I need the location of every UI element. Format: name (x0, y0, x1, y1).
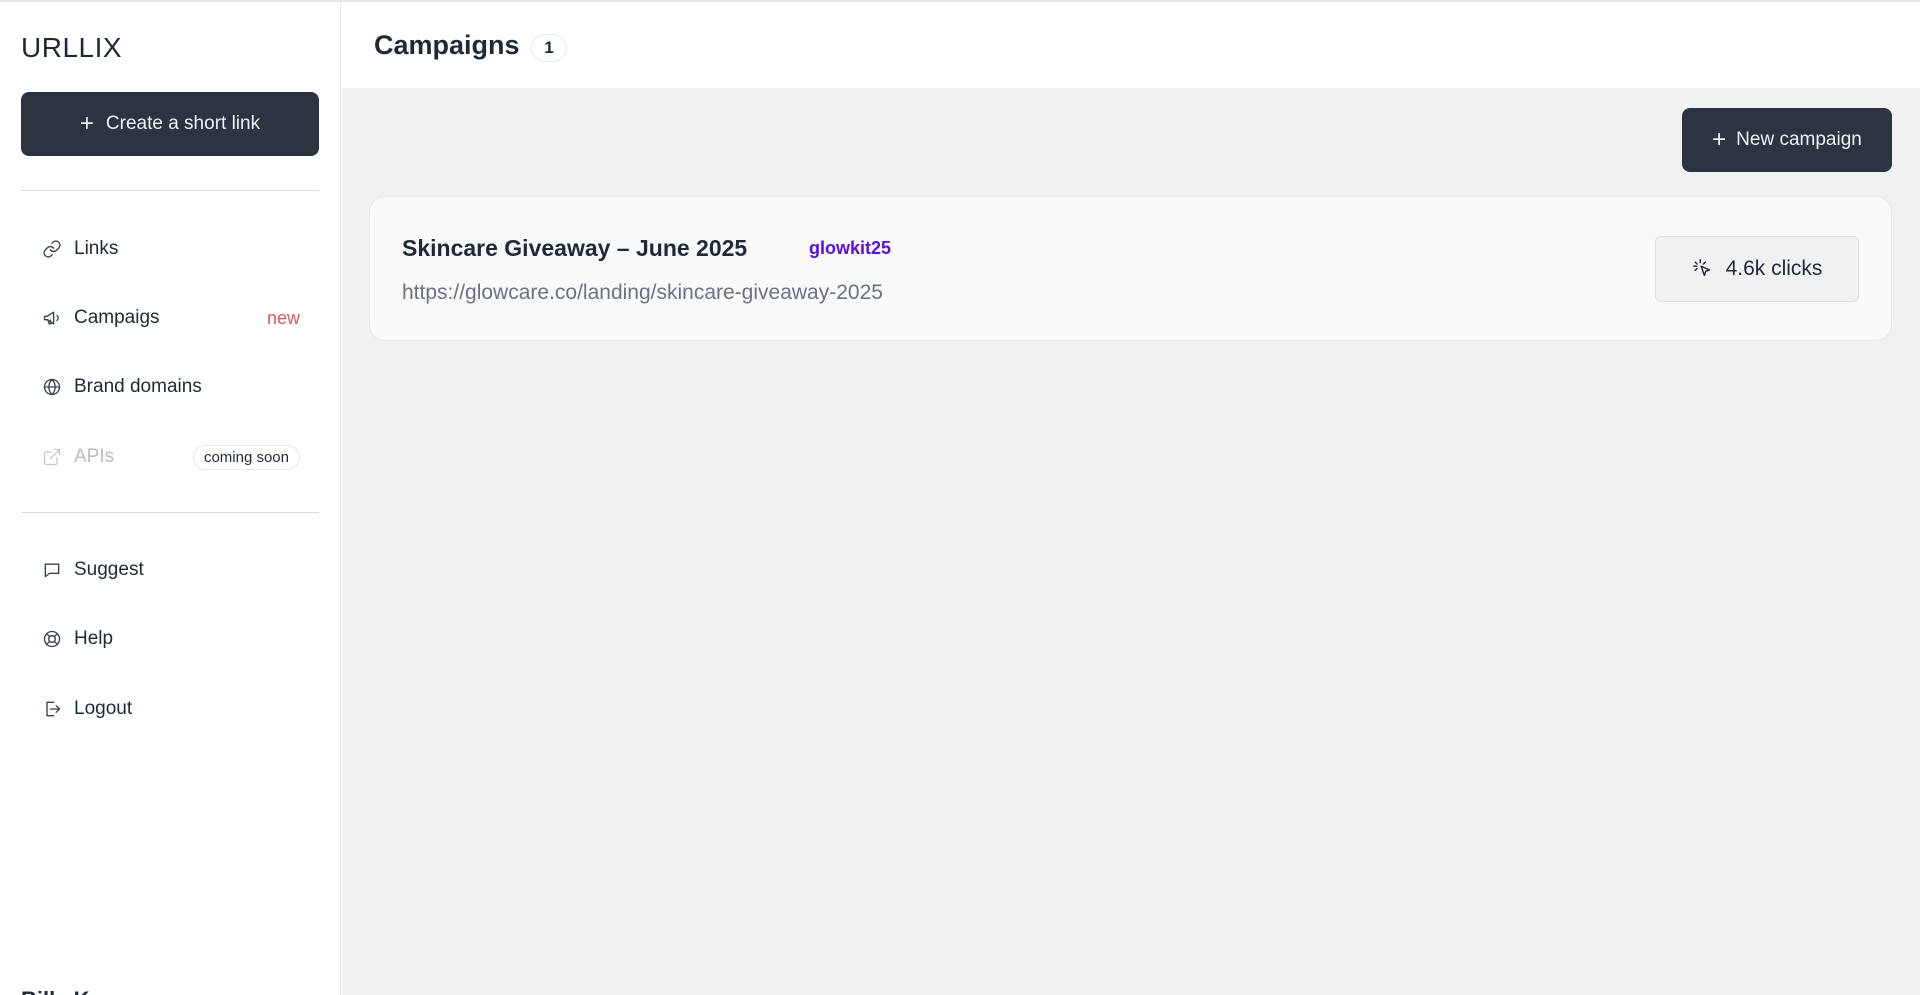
new-campaign-label: New campaign (1736, 129, 1862, 150)
new-badge: new (266, 307, 300, 328)
sidebar: URLLIX + Create a short link Links Campa… (0, 2, 341, 995)
message-icon (42, 560, 62, 580)
clicks-count: 4.6k clicks (1725, 257, 1823, 280)
campaign-title[interactable]: Skincare Giveaway – June 2025 (402, 235, 747, 262)
campaign-code[interactable]: glowkit25 (809, 238, 891, 259)
sidebar-item-label: Campaigs (74, 307, 160, 328)
coming-soon-badge: coming soon (192, 444, 300, 470)
plus-icon: + (1712, 126, 1727, 153)
clicks-stat-button[interactable]: 4.6k clicks (1655, 236, 1859, 302)
app-root: URLLIX + Create a short link Links Campa… (0, 0, 1920, 995)
globe-icon (42, 377, 62, 397)
sidebar-item-label: Suggest (74, 559, 144, 580)
sidebar-item-help[interactable]: Help (42, 621, 300, 657)
campaign-url[interactable]: https://glowcare.co/landing/skincare-giv… (402, 281, 883, 305)
campaign-count-badge: 1 (531, 34, 567, 62)
external-link-icon (42, 447, 62, 467)
sidebar-item-links[interactable]: Links (42, 231, 300, 267)
page-header: Campaigns 1 (342, 2, 1920, 88)
page-title: Campaigns (374, 30, 520, 60)
app-logo[interactable]: URLLIX (21, 32, 122, 64)
sidebar-item-apis: APIs coming soon (42, 439, 300, 475)
sidebar-item-logout[interactable]: Logout (42, 691, 300, 727)
sidebar-item-label: Help (74, 628, 114, 649)
sidebar-divider (21, 512, 319, 513)
create-short-link-button[interactable]: + Create a short link (21, 92, 319, 156)
main-content: Campaigns 1 + New campaign Skincare Give… (342, 2, 1920, 995)
sidebar-item-suggest[interactable]: Suggest (42, 552, 300, 588)
new-campaign-button[interactable]: + New campaign (1682, 108, 1892, 172)
user-name[interactable]: Billy K (21, 987, 89, 995)
sidebar-item-campaigns[interactable]: Campaigs new (42, 300, 300, 336)
megaphone-icon (42, 308, 62, 328)
logout-icon (42, 699, 62, 719)
sidebar-item-label: Links (74, 238, 119, 259)
campaign-card[interactable]: Skincare Giveaway – June 2025 glowkit25 … (369, 196, 1892, 341)
cursor-click-icon (1692, 259, 1710, 277)
sidebar-item-label: Logout (74, 698, 133, 719)
create-short-link-label: Create a short link (105, 113, 261, 134)
plus-icon: + (79, 110, 94, 137)
sidebar-item-label: APIs (74, 446, 115, 467)
sidebar-divider (21, 190, 319, 191)
sidebar-item-brand-domains[interactable]: Brand domains (42, 369, 300, 405)
link-icon (42, 239, 62, 259)
sidebar-item-label: Brand domains (74, 376, 202, 397)
lifebuoy-icon (42, 629, 62, 649)
